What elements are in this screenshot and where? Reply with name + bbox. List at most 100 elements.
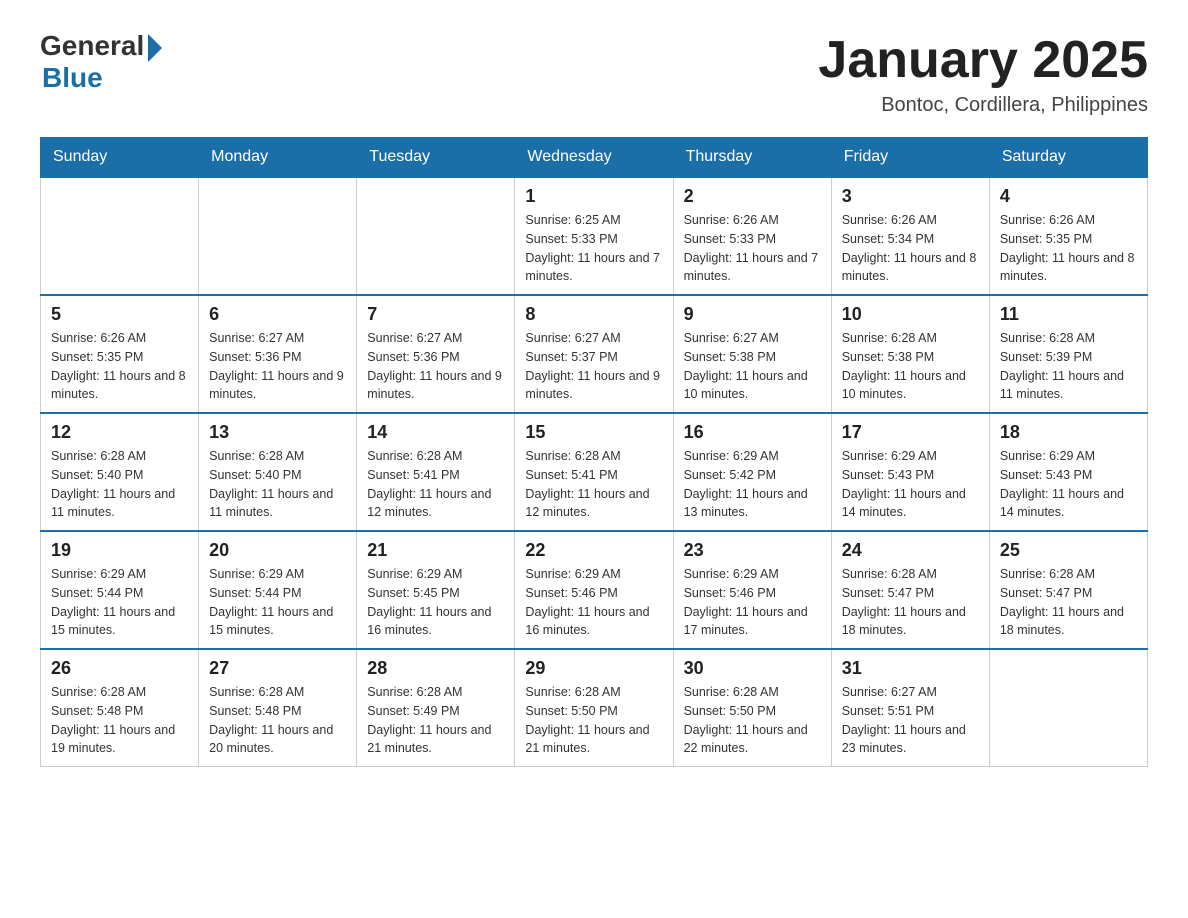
calendar-header-row: Sunday Monday Tuesday Wednesday Thursday… bbox=[41, 138, 1148, 178]
day-info: Sunrise: 6:26 AMSunset: 5:34 PMDaylight:… bbox=[842, 211, 979, 286]
day-number: 1 bbox=[525, 186, 662, 207]
logo-arrow-icon bbox=[148, 34, 162, 62]
day-info: Sunrise: 6:28 AMSunset: 5:40 PMDaylight:… bbox=[209, 447, 346, 522]
calendar-cell: 17 Sunrise: 6:29 AMSunset: 5:43 PMDayligh… bbox=[831, 413, 989, 531]
logo: General Blue bbox=[40, 30, 162, 94]
calendar-cell: 7 Sunrise: 6:27 AMSunset: 5:36 PMDaylight… bbox=[357, 295, 515, 413]
calendar-cell bbox=[357, 177, 515, 295]
calendar-cell: 22 Sunrise: 6:29 AMSunset: 5:46 PMDayligh… bbox=[515, 531, 673, 649]
day-number: 27 bbox=[209, 658, 346, 679]
day-info: Sunrise: 6:27 AMSunset: 5:38 PMDaylight:… bbox=[684, 329, 821, 404]
day-info: Sunrise: 6:29 AMSunset: 5:46 PMDaylight:… bbox=[525, 565, 662, 640]
day-info: Sunrise: 6:26 AMSunset: 5:35 PMDaylight:… bbox=[1000, 211, 1137, 286]
calendar-cell: 13 Sunrise: 6:28 AMSunset: 5:40 PMDayligh… bbox=[199, 413, 357, 531]
week-row-2: 5 Sunrise: 6:26 AMSunset: 5:35 PMDaylight… bbox=[41, 295, 1148, 413]
day-number: 14 bbox=[367, 422, 504, 443]
day-number: 22 bbox=[525, 540, 662, 561]
day-number: 18 bbox=[1000, 422, 1137, 443]
day-info: Sunrise: 6:26 AMSunset: 5:33 PMDaylight:… bbox=[684, 211, 821, 286]
day-number: 10 bbox=[842, 304, 979, 325]
day-info: Sunrise: 6:28 AMSunset: 5:50 PMDaylight:… bbox=[525, 683, 662, 758]
calendar-cell: 21 Sunrise: 6:29 AMSunset: 5:45 PMDayligh… bbox=[357, 531, 515, 649]
day-info: Sunrise: 6:26 AMSunset: 5:35 PMDaylight:… bbox=[51, 329, 188, 404]
calendar-cell: 9 Sunrise: 6:27 AMSunset: 5:38 PMDaylight… bbox=[673, 295, 831, 413]
day-number: 2 bbox=[684, 186, 821, 207]
day-info: Sunrise: 6:28 AMSunset: 5:40 PMDaylight:… bbox=[51, 447, 188, 522]
day-number: 5 bbox=[51, 304, 188, 325]
day-info: Sunrise: 6:28 AMSunset: 5:39 PMDaylight:… bbox=[1000, 329, 1137, 404]
calendar-cell: 2 Sunrise: 6:26 AMSunset: 5:33 PMDaylight… bbox=[673, 177, 831, 295]
day-info: Sunrise: 6:29 AMSunset: 5:44 PMDaylight:… bbox=[209, 565, 346, 640]
calendar-cell: 14 Sunrise: 6:28 AMSunset: 5:41 PMDayligh… bbox=[357, 413, 515, 531]
day-number: 12 bbox=[51, 422, 188, 443]
day-info: Sunrise: 6:27 AMSunset: 5:37 PMDaylight:… bbox=[525, 329, 662, 404]
day-info: Sunrise: 6:28 AMSunset: 5:38 PMDaylight:… bbox=[842, 329, 979, 404]
calendar-cell: 23Sunrise: 6:29 AMSunset: 5:46 PMDayligh… bbox=[673, 531, 831, 649]
calendar-cell: 15Sunrise: 6:28 AMSunset: 5:41 PMDayligh… bbox=[515, 413, 673, 531]
page-header: General Blue January 2025 Bontoc, Cordil… bbox=[40, 30, 1148, 117]
day-info: Sunrise: 6:29 AMSunset: 5:46 PMDaylight:… bbox=[684, 565, 821, 640]
day-info: Sunrise: 6:29 AMSunset: 5:45 PMDaylight:… bbox=[367, 565, 504, 640]
day-info: Sunrise: 6:28 AMSunset: 5:50 PMDaylight:… bbox=[684, 683, 821, 758]
day-number: 21 bbox=[367, 540, 504, 561]
calendar-cell: 28 Sunrise: 6:28 AMSunset: 5:49 PMDayligh… bbox=[357, 649, 515, 767]
day-number: 11 bbox=[1000, 304, 1137, 325]
calendar-cell: 16Sunrise: 6:29 AMSunset: 5:42 PMDayligh… bbox=[673, 413, 831, 531]
calendar-cell: 10 Sunrise: 6:28 AMSunset: 5:38 PMDayligh… bbox=[831, 295, 989, 413]
col-friday: Friday bbox=[831, 138, 989, 178]
day-number: 24 bbox=[842, 540, 979, 561]
calendar-cell: 6 Sunrise: 6:27 AMSunset: 5:36 PMDaylight… bbox=[199, 295, 357, 413]
calendar-cell: 18 Sunrise: 6:29 AMSunset: 5:43 PMDayligh… bbox=[989, 413, 1147, 531]
day-info: Sunrise: 6:29 AMSunset: 5:43 PMDaylight:… bbox=[1000, 447, 1137, 522]
day-info: Sunrise: 6:27 AMSunset: 5:36 PMDaylight:… bbox=[367, 329, 504, 404]
day-number: 29 bbox=[525, 658, 662, 679]
day-info: Sunrise: 6:28 AMSunset: 5:48 PMDaylight:… bbox=[209, 683, 346, 758]
calendar-cell: 26 Sunrise: 6:28 AMSunset: 5:48 PMDayligh… bbox=[41, 649, 199, 767]
month-title: January 2025 bbox=[818, 30, 1148, 90]
logo-blue-text: Blue bbox=[42, 62, 103, 94]
day-number: 20 bbox=[209, 540, 346, 561]
day-info: Sunrise: 6:28 AMSunset: 5:48 PMDaylight:… bbox=[51, 683, 188, 758]
calendar-cell bbox=[41, 177, 199, 295]
week-row-1: 1Sunrise: 6:25 AMSunset: 5:33 PMDaylight… bbox=[41, 177, 1148, 295]
calendar-cell bbox=[989, 649, 1147, 767]
calendar-cell: 8Sunrise: 6:27 AMSunset: 5:37 PMDaylight… bbox=[515, 295, 673, 413]
location-title: Bontoc, Cordillera, Philippines bbox=[818, 94, 1148, 117]
day-number: 28 bbox=[367, 658, 504, 679]
calendar-cell bbox=[199, 177, 357, 295]
day-number: 13 bbox=[209, 422, 346, 443]
calendar-cell: 20 Sunrise: 6:29 AMSunset: 5:44 PMDayligh… bbox=[199, 531, 357, 649]
day-number: 3 bbox=[842, 186, 979, 207]
calendar-cell: 11 Sunrise: 6:28 AMSunset: 5:39 PMDayligh… bbox=[989, 295, 1147, 413]
day-info: Sunrise: 6:27 AMSunset: 5:36 PMDaylight:… bbox=[209, 329, 346, 404]
day-number: 15 bbox=[525, 422, 662, 443]
week-row-3: 12 Sunrise: 6:28 AMSunset: 5:40 PMDayligh… bbox=[41, 413, 1148, 531]
week-row-5: 26 Sunrise: 6:28 AMSunset: 5:48 PMDayligh… bbox=[41, 649, 1148, 767]
day-number: 7 bbox=[367, 304, 504, 325]
day-info: Sunrise: 6:29 AMSunset: 5:43 PMDaylight:… bbox=[842, 447, 979, 522]
calendar-cell: 4Sunrise: 6:26 AMSunset: 5:35 PMDaylight… bbox=[989, 177, 1147, 295]
calendar-cell: 30 Sunrise: 6:28 AMSunset: 5:50 PMDayligh… bbox=[673, 649, 831, 767]
day-info: Sunrise: 6:29 AMSunset: 5:42 PMDaylight:… bbox=[684, 447, 821, 522]
calendar-cell: 1Sunrise: 6:25 AMSunset: 5:33 PMDaylight… bbox=[515, 177, 673, 295]
day-info: Sunrise: 6:28 AMSunset: 5:49 PMDaylight:… bbox=[367, 683, 504, 758]
calendar-cell: 27 Sunrise: 6:28 AMSunset: 5:48 PMDayligh… bbox=[199, 649, 357, 767]
col-monday: Monday bbox=[199, 138, 357, 178]
day-number: 17 bbox=[842, 422, 979, 443]
day-info: Sunrise: 6:28 AMSunset: 5:47 PMDaylight:… bbox=[1000, 565, 1137, 640]
day-number: 30 bbox=[684, 658, 821, 679]
day-info: Sunrise: 6:29 AMSunset: 5:44 PMDaylight:… bbox=[51, 565, 188, 640]
calendar-cell: 19Sunrise: 6:29 AMSunset: 5:44 PMDayligh… bbox=[41, 531, 199, 649]
calendar-cell: 3 Sunrise: 6:26 AMSunset: 5:34 PMDaylight… bbox=[831, 177, 989, 295]
day-info: Sunrise: 6:27 AMSunset: 5:51 PMDaylight:… bbox=[842, 683, 979, 758]
day-info: Sunrise: 6:28 AMSunset: 5:41 PMDaylight:… bbox=[367, 447, 504, 522]
calendar-table: Sunday Monday Tuesday Wednesday Thursday… bbox=[40, 137, 1148, 767]
calendar-cell: 31Sunrise: 6:27 AMSunset: 5:51 PMDayligh… bbox=[831, 649, 989, 767]
calendar-cell: 24Sunrise: 6:28 AMSunset: 5:47 PMDayligh… bbox=[831, 531, 989, 649]
day-number: 6 bbox=[209, 304, 346, 325]
col-tuesday: Tuesday bbox=[357, 138, 515, 178]
day-number: 26 bbox=[51, 658, 188, 679]
calendar-cell: 12 Sunrise: 6:28 AMSunset: 5:40 PMDayligh… bbox=[41, 413, 199, 531]
day-number: 9 bbox=[684, 304, 821, 325]
logo-general-text: General bbox=[40, 30, 144, 62]
